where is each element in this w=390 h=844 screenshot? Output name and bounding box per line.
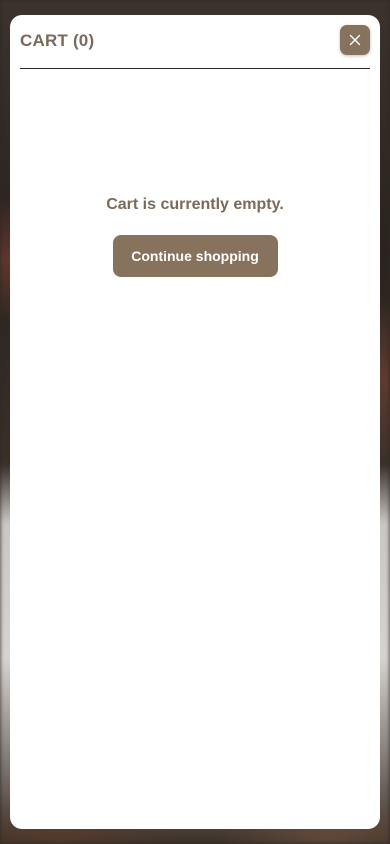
close-cart-button[interactable] [340, 24, 370, 55]
cart-title: CART (0) [20, 30, 95, 50]
close-icon [349, 34, 361, 45]
empty-cart-state: Cart is currently empty. Continue shoppi… [20, 195, 370, 277]
continue-shopping-button[interactable]: Continue shopping [112, 235, 278, 277]
cart-header: CART (0) [20, 15, 370, 69]
empty-cart-message: Cart is currently empty. [106, 196, 284, 213]
cart-drawer: CART (0) Cart is currently empty. Contin… [10, 15, 380, 829]
